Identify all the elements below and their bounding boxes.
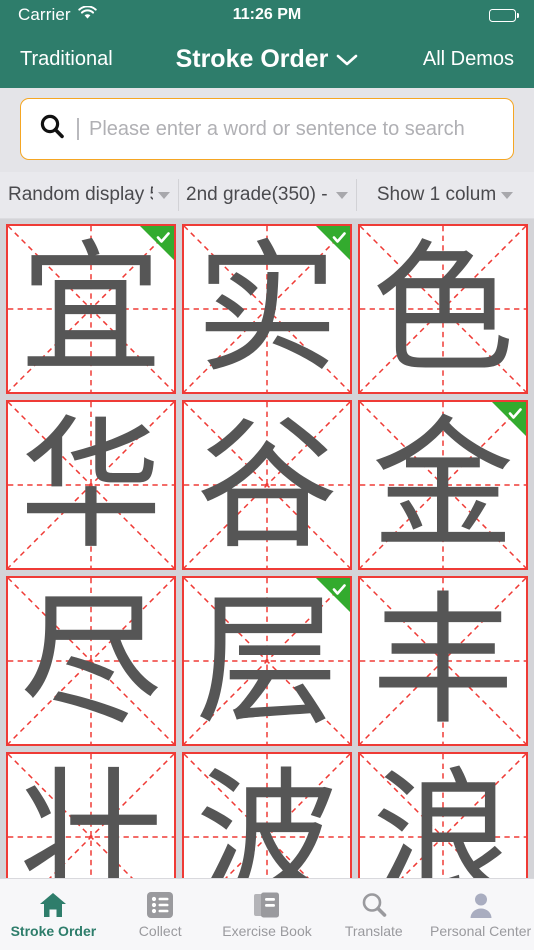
text-cursor bbox=[77, 118, 79, 140]
app-screen: Carrier 11:26 PM Traditional Stroke Orde… bbox=[0, 0, 534, 950]
completed-badge bbox=[316, 578, 350, 612]
character-cell[interactable]: 壮 bbox=[6, 752, 176, 878]
tab-label: Translate bbox=[344, 923, 403, 939]
character-cell[interactable]: 尽 bbox=[6, 576, 176, 746]
completed-badge bbox=[316, 226, 350, 260]
completed-badge bbox=[492, 402, 526, 436]
character-glyph: 壮 bbox=[20, 754, 163, 878]
all-demos-button[interactable]: All Demos bbox=[423, 48, 514, 71]
character-cell[interactable]: 丰 bbox=[358, 576, 528, 746]
status-bar: Carrier 11:26 PM bbox=[0, 0, 534, 30]
tab-bar: Stroke Order Collect Exercise Book Translat… bbox=[0, 878, 534, 950]
character-glyph: 华 bbox=[20, 402, 163, 568]
filter-label: Show 1 colum bbox=[376, 184, 497, 205]
character-cell[interactable]: 浪 bbox=[358, 752, 528, 878]
filter-random-display[interactable]: Random display 5 bbox=[0, 172, 178, 218]
character-guides: 尽 bbox=[8, 578, 174, 744]
filter-label: Random display 5 bbox=[8, 184, 153, 205]
book-icon bbox=[253, 890, 281, 920]
wifi-icon bbox=[77, 5, 97, 25]
character-guides: 色 bbox=[360, 226, 526, 392]
check-icon bbox=[492, 402, 526, 436]
character-cell[interactable]: 层 bbox=[182, 576, 352, 746]
character-guides: 波 bbox=[184, 754, 350, 878]
tab-label: Exercise Book bbox=[222, 923, 312, 939]
character-glyph: 尽 bbox=[20, 578, 163, 744]
filter-bar: Random display 5 2nd grade(350) - 1 Show… bbox=[0, 172, 534, 219]
tab-personal-center[interactable]: Personal Center bbox=[427, 879, 534, 950]
search-section: Please enter a word or sentence to searc… bbox=[0, 88, 534, 172]
battery-full-icon bbox=[489, 8, 519, 22]
check-icon bbox=[316, 226, 350, 260]
character-cell[interactable]: 谷 bbox=[182, 400, 352, 570]
character-guides: 浪 bbox=[360, 754, 526, 878]
character-glyph: 谷 bbox=[196, 402, 339, 568]
chevron-down-icon bbox=[336, 45, 358, 74]
character-guides: 谷 bbox=[184, 402, 350, 568]
character-guides: 壮 bbox=[8, 754, 174, 878]
traditional-button[interactable]: Traditional bbox=[20, 48, 113, 71]
tab-label: Collect bbox=[138, 923, 182, 939]
character-guides: 华 bbox=[8, 402, 174, 568]
search-icon bbox=[37, 112, 67, 147]
character-glyph: 浪 bbox=[372, 754, 515, 878]
filter-label: 2nd grade(350) - 1 bbox=[186, 184, 331, 205]
character-cell[interactable]: 实 bbox=[182, 224, 352, 394]
tab-collect[interactable]: Collect bbox=[107, 879, 214, 950]
person-icon bbox=[467, 890, 495, 920]
character-grid-scroll[interactable]: 宜实色华谷金尽层丰壮波浪 bbox=[0, 219, 534, 878]
filter-columns[interactable]: Show 1 colum bbox=[356, 172, 534, 218]
character-cell[interactable]: 波 bbox=[182, 752, 352, 878]
tab-label: Personal Center bbox=[430, 923, 532, 939]
tab-label: Stroke Order bbox=[10, 923, 97, 939]
character-guides: 丰 bbox=[360, 578, 526, 744]
caret-down-icon bbox=[158, 191, 170, 199]
character-cell[interactable]: 华 bbox=[6, 400, 176, 570]
check-icon bbox=[316, 578, 350, 612]
check-icon bbox=[140, 226, 174, 260]
caret-down-icon bbox=[501, 191, 514, 199]
completed-badge bbox=[140, 226, 174, 260]
character-cell[interactable]: 金 bbox=[358, 400, 528, 570]
search-placeholder: Please enter a word or sentence to searc… bbox=[89, 117, 465, 140]
character-cell[interactable]: 宜 bbox=[6, 224, 176, 394]
list-icon bbox=[146, 890, 174, 920]
status-bar-left: Carrier bbox=[18, 5, 97, 25]
home-icon bbox=[38, 890, 68, 920]
character-glyph: 波 bbox=[196, 754, 339, 878]
carrier-label: Carrier bbox=[18, 5, 71, 24]
tab-exercise-book[interactable]: Exercise Book bbox=[214, 879, 321, 950]
caret-down-icon bbox=[336, 191, 348, 199]
character-cell[interactable]: 色 bbox=[358, 224, 528, 394]
character-grid: 宜实色华谷金尽层丰壮波浪 bbox=[6, 224, 528, 878]
filter-grade[interactable]: 2nd grade(350) - 1 bbox=[178, 172, 356, 218]
character-glyph: 色 bbox=[372, 226, 515, 392]
search-icon bbox=[360, 890, 388, 920]
search-input[interactable]: Please enter a word or sentence to searc… bbox=[20, 98, 514, 160]
tab-stroke-order[interactable]: Stroke Order bbox=[0, 879, 107, 950]
navigation-bar: Traditional Stroke Order All Demos bbox=[0, 30, 534, 88]
character-glyph: 丰 bbox=[372, 578, 515, 744]
status-bar-right bbox=[489, 8, 519, 22]
page-title-label: Stroke Order bbox=[175, 44, 329, 73]
tab-translate[interactable]: Translate bbox=[320, 879, 427, 950]
